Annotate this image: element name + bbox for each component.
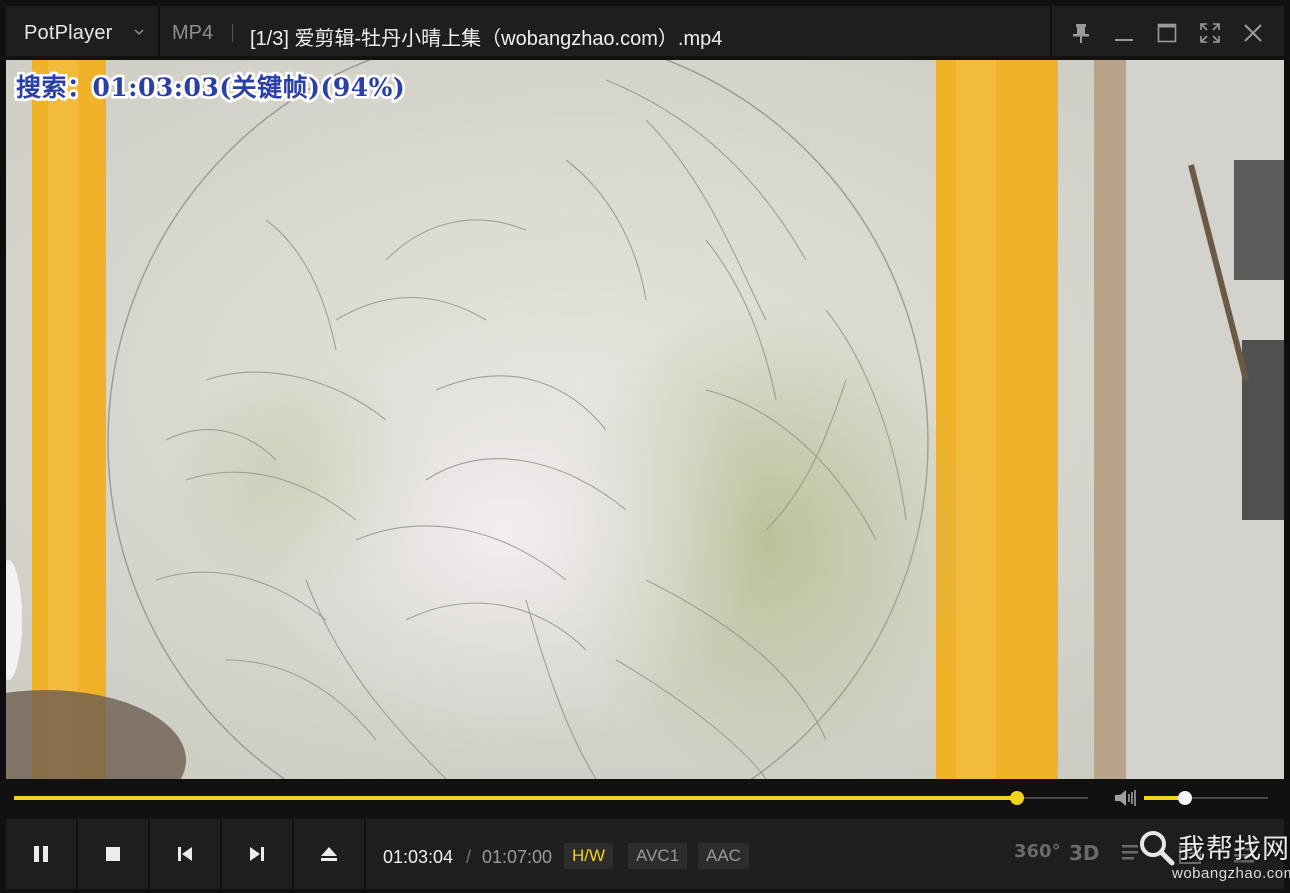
maximize-icon[interactable] [1154, 20, 1180, 46]
seek-bar[interactable] [14, 791, 1088, 805]
pause-button[interactable] [6, 819, 76, 889]
stop-icon [106, 847, 120, 861]
skip-next-icon [250, 847, 264, 861]
time-separator: / [466, 847, 472, 867]
stop-button[interactable] [78, 819, 148, 889]
format-label: MP4 [172, 22, 214, 44]
osd-seek-text: 搜索：01:03:03(关键帧)(94%) [16, 73, 405, 102]
stereo-3d-icon[interactable]: 3D [1069, 841, 1100, 865]
seek-area [0, 779, 1290, 817]
pause-icon [34, 846, 48, 862]
current-time: 01:03:04 [383, 847, 454, 867]
seek-bar-progress [14, 796, 1018, 800]
vr-360-icon[interactable]: 360° [1014, 841, 1061, 862]
app-menu-button[interactable]: PotPlayer [6, 6, 158, 56]
fullscreen-icon[interactable] [1197, 20, 1223, 46]
volume-slider[interactable] [1144, 791, 1268, 805]
seek-bar-handle[interactable] [1010, 791, 1025, 805]
title-bar[interactable]: PotPlayer MP4 [1/3] 爱剪辑-牡丹小晴上集（wobangzha… [0, 0, 1290, 60]
watermark-url: wobangzhao.com [1172, 865, 1290, 882]
window-controls [1052, 6, 1284, 56]
next-button[interactable] [222, 819, 292, 889]
magnifier-logo-icon [1140, 831, 1175, 866]
title-area: MP4 [1/3] 爱剪辑-牡丹小晴上集（wobangzhao.com）.mp4 [160, 6, 1050, 56]
chevron-down-icon [134, 29, 144, 35]
file-title: [1/3] 爱剪辑-牡丹小晴上集（wobangzhao.com）.mp4 [250, 28, 723, 50]
divider [232, 24, 233, 42]
audio-codec-badge[interactable]: AAC [698, 843, 749, 869]
close-icon[interactable] [1240, 20, 1266, 46]
previous-button[interactable] [150, 819, 220, 889]
volume-slider-handle[interactable] [1177, 791, 1192, 805]
watermark-title: 我帮找网 [1178, 834, 1290, 864]
volume-icon[interactable] [1112, 787, 1138, 809]
open-file-button[interactable] [294, 819, 364, 889]
total-time[interactable]: 01:07:00 [482, 847, 552, 868]
app-name: PotPlayer [24, 22, 113, 44]
pin-icon[interactable] [1068, 20, 1094, 46]
hardware-decoding-badge[interactable]: H/W [564, 843, 614, 869]
video-frame: 搜索：01:03:03(关键帧)(94%) [6, 60, 1284, 779]
video-area[interactable]: 搜索：01:03:03(关键帧)(94%) [6, 60, 1284, 779]
control-bar: 01:03:04 / 01:07:00 H/W AVC1 AAC 360° 3D… [0, 817, 1290, 893]
skip-previous-icon [178, 847, 192, 861]
minimize-icon[interactable] [1111, 20, 1137, 46]
eject-icon [321, 847, 337, 861]
video-codec-badge[interactable]: AVC1 [628, 843, 688, 869]
